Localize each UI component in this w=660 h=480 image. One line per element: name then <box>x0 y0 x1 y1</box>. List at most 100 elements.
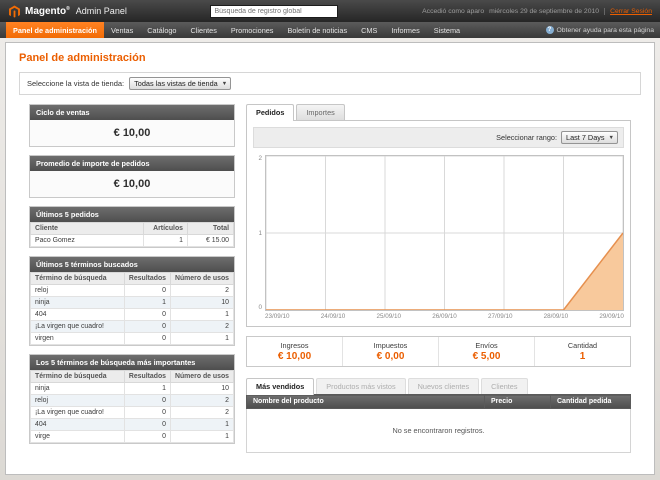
col-total: Total <box>188 223 234 235</box>
store-view-selected: Todas las vistas de tienda <box>134 79 218 88</box>
nav-item-ventas[interactable]: Ventas <box>104 22 140 38</box>
page-title: Panel de administración <box>19 52 641 64</box>
nav-item-catalogo[interactable]: Catálogo <box>140 22 183 38</box>
cell-uses: 2 <box>171 395 234 407</box>
chart-y-axis: 2 1 0 <box>253 155 265 311</box>
chart-x-axis: 23/09/10 24/09/10 25/09/10 26/09/10 27/0… <box>265 313 624 320</box>
help-icon: ? <box>546 26 554 34</box>
user-info: Accedió como aparo miércoles 29 de septi… <box>422 8 652 15</box>
x-tick: 27/09/10 <box>488 313 513 320</box>
cell-uses: 10 <box>171 383 234 395</box>
cell-term: ninja <box>31 383 125 395</box>
search-term-row[interactable]: virgen 0 1 <box>31 333 234 345</box>
cell-uses: 1 <box>171 431 234 443</box>
cell-results: 0 <box>124 395 170 407</box>
search-term-row[interactable]: 404 0 1 <box>31 419 234 431</box>
top-search-terms-table: Término de búsqueda Resultados Número de… <box>30 370 234 443</box>
last-orders-box: Últimos 5 pedidos Cliente Artículos Tota… <box>29 206 235 248</box>
stat-label: Impuestos <box>345 341 436 350</box>
search-term-row[interactable]: reloj 0 2 <box>31 395 234 407</box>
col-cliente: Cliente <box>31 223 144 235</box>
orders-chart-panel: Seleccionar rango: Last 7 Days ▼ 2 1 0 <box>246 120 631 327</box>
table-header-row: Término de búsqueda Resultados Número de… <box>31 371 234 383</box>
last-search-terms-title: Últimos 5 términos buscados <box>30 257 234 272</box>
stat-value: 1 <box>537 351 628 362</box>
x-tick: 23/09/10 <box>265 313 290 320</box>
nav-item-promociones[interactable]: Promociones <box>224 22 281 38</box>
order-row[interactable]: Paco Gomez 1 € 15.00 <box>31 235 234 247</box>
nav-item-panel-administracion[interactable]: Panel de administración <box>6 22 104 38</box>
cell-uses: 10 <box>171 297 234 309</box>
cell-uses: 2 <box>171 407 234 419</box>
tab-nuevos-clientes[interactable]: Nuevos clientes <box>408 378 480 394</box>
stat-value: € 5,00 <box>441 351 532 362</box>
col-usos: Número de usos <box>171 273 234 285</box>
col-product-name: Nombre del producto <box>247 395 485 409</box>
cell-uses: 1 <box>171 419 234 431</box>
brand-sub: Admin Panel <box>76 6 127 16</box>
col-price: Precio <box>485 395 551 409</box>
nav-item-boletin[interactable]: Boletín de noticias <box>280 22 354 38</box>
page-content: Panel de administración Seleccione la vi… <box>5 42 655 475</box>
search-term-row[interactable]: 404 0 1 <box>31 309 234 321</box>
dashboard-right-column: Pedidos Importes Seleccionar rango: Last… <box>246 104 631 453</box>
tab-mas-vendidos[interactable]: Más vendidos <box>246 378 314 395</box>
store-view-select[interactable]: Todas las vistas de tienda ▼ <box>129 77 231 90</box>
nav-item-sistema[interactable]: Sistema <box>427 22 467 38</box>
search-term-row[interactable]: virge 0 1 <box>31 431 234 443</box>
cell-total: € 15.00 <box>188 235 234 247</box>
last-orders-title: Últimos 5 pedidos <box>30 207 234 222</box>
chart-toolbar: Seleccionar rango: Last 7 Days ▼ <box>253 127 624 148</box>
search-term-row[interactable]: ninja 1 10 <box>31 297 234 309</box>
last-search-terms-box: Últimos 5 términos buscados Término de b… <box>29 256 235 346</box>
chevron-down-icon: ▼ <box>609 135 614 141</box>
search-term-row[interactable]: reloj 0 2 <box>31 285 234 297</box>
search-term-row[interactable]: ¡La virgen que cuadro! 0 2 <box>31 321 234 333</box>
y-tick: 2 <box>258 155 262 162</box>
nav-item-cms[interactable]: CMS <box>354 22 384 38</box>
cell-term: virge <box>31 431 125 443</box>
range-select[interactable]: Last 7 Days ▼ <box>561 131 618 144</box>
stat-envios: Envíos € 5,00 <box>438 337 534 366</box>
grid-tabs: Más vendidos Productos más vistos Nuevos… <box>246 378 631 394</box>
trademark-symbol: ® <box>66 6 70 12</box>
cell-results: 0 <box>124 285 170 297</box>
col-termino: Término de búsqueda <box>31 273 125 285</box>
col-termino: Término de búsqueda <box>31 371 125 383</box>
cell-term: 404 <box>31 309 125 321</box>
cell-results: 0 <box>124 431 170 443</box>
last-orders-table: Cliente Artículos Total Paco Gomez 1 € 1… <box>30 222 234 247</box>
logout-link[interactable]: Cerrar Sesión <box>604 8 652 15</box>
tab-productos-mas-vistos[interactable]: Productos más vistos <box>316 378 405 394</box>
nav-item-clientes[interactable]: Clientes <box>184 22 224 38</box>
cell-customer: Paco Gomez <box>31 235 144 247</box>
average-orders-box: Promedio de importe de pedidos € 10,00 <box>29 155 235 198</box>
average-orders-value: € 10,00 <box>30 171 234 197</box>
dashboard-main: Ciclo de ventas € 10,00 Promedio de impo… <box>19 104 641 453</box>
brand-name: Magento® <box>25 6 70 17</box>
search-term-row[interactable]: ninja 1 10 <box>31 383 234 395</box>
stat-value: € 10,00 <box>249 351 340 362</box>
cell-term: reloj <box>31 285 125 297</box>
top-header: Magento® Admin Panel Accedió como aparo … <box>0 0 660 22</box>
x-tick: 29/09/10 <box>599 313 624 320</box>
help-link[interactable]: ? Obtener ayuda para esta página <box>546 22 655 38</box>
tab-importes[interactable]: Importes <box>296 104 344 120</box>
top-search-terms-title: Los 5 términos de búsqueda más important… <box>30 355 234 370</box>
cell-term: reloj <box>31 395 125 407</box>
tab-pedidos[interactable]: Pedidos <box>246 104 294 121</box>
lifetime-sales-title: Ciclo de ventas <box>30 105 234 120</box>
cell-term: virgen <box>31 333 125 345</box>
col-usos: Número de usos <box>171 371 234 383</box>
tab-clientes[interactable]: Clientes <box>481 378 527 394</box>
search-term-row[interactable]: ¡La virgen que cuadro! 0 2 <box>31 407 234 419</box>
stat-label: Ingresos <box>249 341 340 350</box>
table-header-row: Cliente Artículos Total <box>31 223 234 235</box>
cell-uses: 2 <box>171 285 234 297</box>
main-nav: Panel de administración Ventas Catálogo … <box>0 22 660 38</box>
brand: Magento® Admin Panel <box>8 5 127 18</box>
cell-term: 404 <box>31 419 125 431</box>
col-articulos: Artículos <box>144 223 188 235</box>
nav-item-informes[interactable]: Informes <box>384 22 426 38</box>
global-search-input[interactable] <box>210 5 338 18</box>
